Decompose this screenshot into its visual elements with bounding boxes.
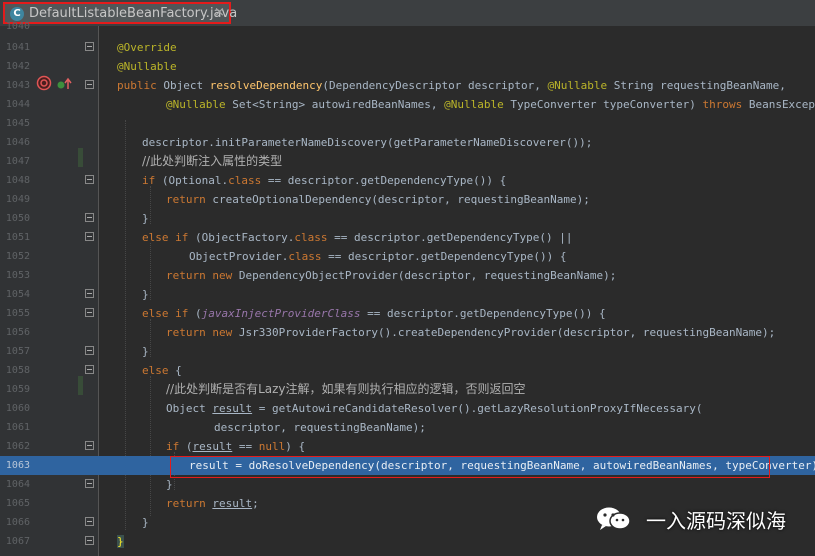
- line-number: 1051: [5, 232, 30, 243]
- fold-icon[interactable]: [85, 232, 94, 241]
- code-line[interactable]: 1060 Object result = getAutowireCandidat…: [0, 399, 815, 418]
- code-text: descriptor, requestingBeanName);: [214, 421, 426, 434]
- brace-match: }: [117, 535, 124, 548]
- fold-icon[interactable]: [85, 175, 94, 184]
- fold-icon[interactable]: [85, 441, 94, 450]
- code-text: if (result == null) {: [166, 440, 306, 453]
- code-line[interactable]: 1058 else {: [0, 361, 815, 380]
- line-number: 1042: [5, 61, 30, 72]
- line-number: 1052: [5, 251, 30, 262]
- code-line[interactable]: 1064 }: [0, 475, 815, 494]
- line-number: 1054: [5, 289, 30, 300]
- code-text: @Nullable: [117, 60, 177, 73]
- code-line[interactable]: 1057 }: [0, 342, 815, 361]
- fold-icon[interactable]: [85, 365, 94, 374]
- code-line[interactable]: 1061 descriptor, requestingBeanName);: [0, 418, 815, 437]
- code-line[interactable]: 1041 @Override: [0, 38, 815, 57]
- fold-icon[interactable]: [85, 213, 94, 222]
- line-number: 1045: [5, 118, 30, 129]
- code-line[interactable]: 1048 if (Optional.class == descriptor.ge…: [0, 171, 815, 190]
- line-number: 1067: [5, 536, 30, 547]
- code-text: }: [142, 288, 149, 301]
- line-number: 1055: [5, 308, 30, 319]
- fold-icon[interactable]: [85, 517, 94, 526]
- code-line[interactable]: 1050 }: [0, 209, 815, 228]
- watermark-text: 一入源码深似海: [646, 509, 786, 533]
- code-line[interactable]: 1052 ObjectProvider.class == descriptor.…: [0, 247, 815, 266]
- code-line[interactable]: 1047 //此处判断注入属性的类型: [0, 152, 815, 171]
- code-line[interactable]: 1045: [0, 114, 815, 133]
- line-number: 1041: [5, 42, 30, 53]
- line-number: 1048: [5, 175, 30, 186]
- code-text: return result;: [166, 497, 259, 510]
- code-line[interactable]: 1044 @Nullable Set<String> autowiredBean…: [0, 95, 815, 114]
- code-line[interactable]: 1054 }: [0, 285, 815, 304]
- line-number: 1043: [5, 80, 30, 91]
- line-number: 1066: [5, 517, 30, 528]
- line-number: 1065: [5, 498, 30, 509]
- code-text: @Override: [117, 41, 177, 54]
- line-number: 1064: [5, 479, 30, 490]
- code-text: else if (ObjectFactory.class == descript…: [142, 231, 573, 244]
- line-number: 1049: [5, 194, 30, 205]
- code-text: }: [142, 516, 149, 529]
- code-text: public Object resolveDependency(Dependen…: [117, 79, 786, 92]
- code-text: return new Jsr330ProviderFactory().creat…: [166, 326, 776, 339]
- line-number: 1053: [5, 270, 30, 281]
- code-text: }: [142, 345, 149, 358]
- code-text: if (Optional.class == descriptor.getDepe…: [142, 174, 507, 187]
- line-number: 1046: [5, 137, 30, 148]
- code-text: return new DependencyObjectProvider(desc…: [166, 269, 617, 282]
- line-number: 1061: [5, 422, 30, 433]
- bean-injection-icon[interactable]: [36, 75, 52, 96]
- line-number: 1044: [5, 99, 30, 110]
- fold-icon[interactable]: [85, 479, 94, 488]
- code-text: }: [166, 478, 173, 491]
- code-line[interactable]: 1043 public Object resolveDependency(Dep…: [0, 75, 815, 96]
- code-text: else if (javaxInjectProviderClass == des…: [142, 307, 606, 320]
- fold-icon[interactable]: [85, 346, 94, 355]
- code-line[interactable]: 1046 descriptor.initParameterNameDiscove…: [0, 133, 815, 152]
- code-line[interactable]: 1062 if (result == null) {: [0, 437, 815, 456]
- line-number: 1057: [5, 346, 30, 357]
- code-line[interactable]: 1059 //此处判断是否有Lazy注解，如果有则执行相应的逻辑，否则返回空: [0, 380, 815, 399]
- code-line[interactable]: 1042 @Nullable: [0, 57, 815, 76]
- code-line[interactable]: 1040: [0, 17, 815, 36]
- code-text: descriptor.initParameterNameDiscovery(ge…: [142, 136, 593, 149]
- fold-icon[interactable]: [85, 289, 94, 298]
- code-text: Object result = getAutowireCandidateReso…: [166, 402, 703, 415]
- line-number: 1058: [5, 365, 30, 376]
- fold-icon[interactable]: [85, 42, 94, 51]
- code-text: }: [142, 212, 149, 225]
- fold-icon[interactable]: [85, 80, 94, 89]
- code-line[interactable]: 1053 return new DependencyObjectProvider…: [0, 266, 815, 285]
- code-text: result = doResolveDependency(descriptor,…: [189, 459, 815, 472]
- wechat-icon: [594, 506, 634, 532]
- line-number: 1063: [5, 460, 30, 471]
- line-number: 1056: [5, 327, 30, 338]
- line-number: 1047: [5, 156, 30, 167]
- code-line[interactable]: 1051 else if (ObjectFactory.class == des…: [0, 228, 815, 247]
- fold-icon[interactable]: [85, 536, 94, 545]
- line-number: 1062: [5, 441, 30, 452]
- line-number: 1059: [5, 384, 30, 395]
- code-comment: //此处判断是否有Lazy注解，如果有则执行相应的逻辑，否则返回空: [166, 382, 526, 396]
- code-line[interactable]: 1055 else if (javaxInjectProviderClass =…: [0, 304, 815, 323]
- code-text: @Nullable Set<String> autowiredBeanNames…: [166, 98, 815, 111]
- code-text: }: [117, 532, 124, 551]
- code-line[interactable]: 1049 return createOptionalDependency(des…: [0, 190, 815, 209]
- code-line[interactable]: 1056 return new Jsr330ProviderFactory().…: [0, 323, 815, 342]
- override-marker-icon[interactable]: [57, 77, 73, 96]
- fold-icon[interactable]: [85, 308, 94, 317]
- code-comment: //此处判断注入属性的类型: [142, 154, 283, 168]
- code-line-current[interactable]: 1063 result = doResolveDependency(descri…: [0, 456, 815, 475]
- code-text: else {: [142, 364, 182, 377]
- line-number: 1050: [5, 213, 30, 224]
- watermark: 一入源码深似海: [594, 504, 809, 536]
- code-text: ObjectProvider.class == descriptor.getDe…: [189, 250, 567, 263]
- line-number: 1060: [5, 403, 30, 414]
- code-text: return createOptionalDependency(descript…: [166, 193, 590, 206]
- line-number: 1040: [5, 21, 30, 32]
